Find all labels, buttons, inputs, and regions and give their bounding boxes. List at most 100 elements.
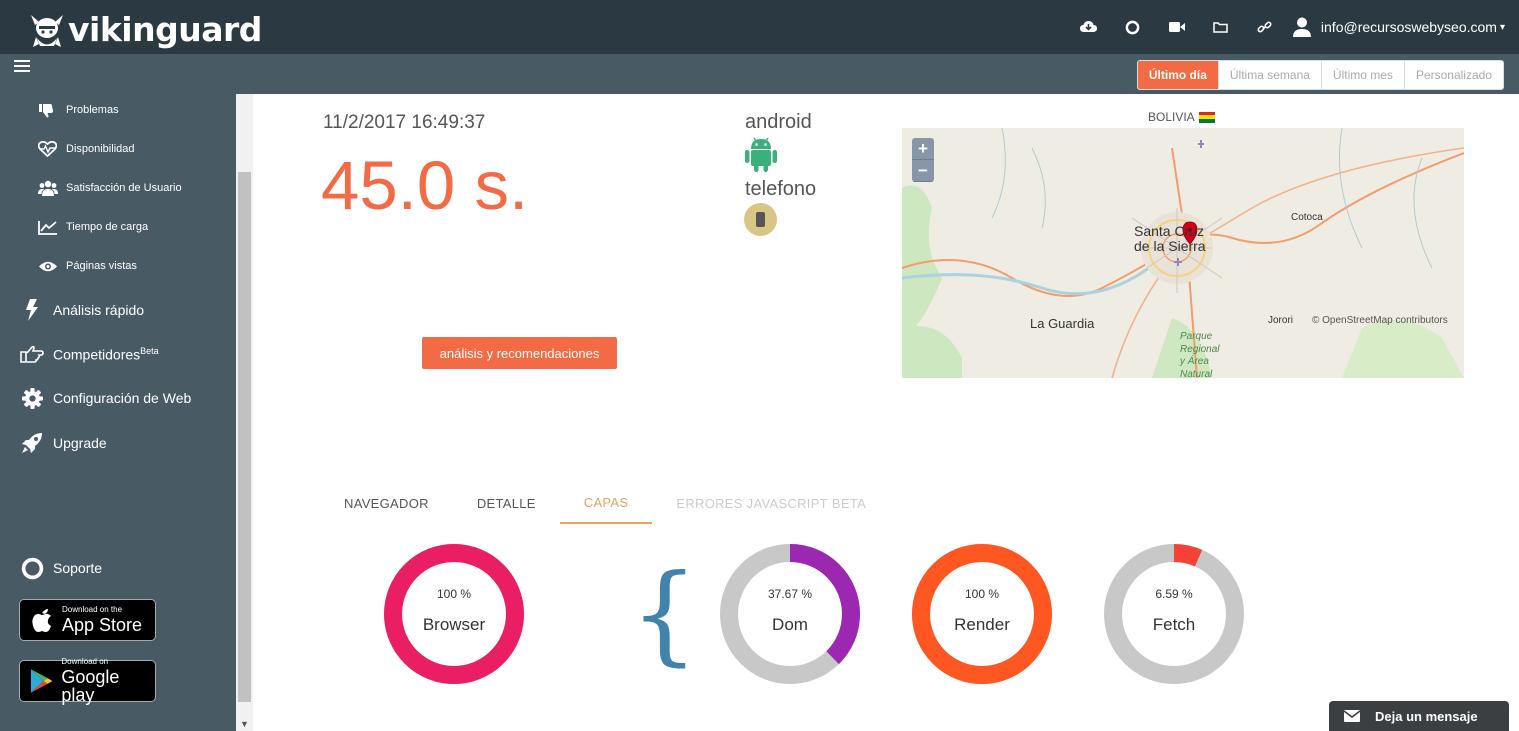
map-zoom-in-button[interactable]: + [912,138,934,160]
video-icon [1168,22,1185,32]
sidebar-item-tiempo-carga[interactable]: Tiempo de carga [38,217,148,237]
top-header: vikinguard info@recursoswebyseo.com ▾ [0,0,1519,54]
donut-browser-percent: 100 % [436,587,472,601]
donut-dom-label: Dom [772,615,808,634]
visit-timestamp: 11/2/2017 16:49:37 [323,112,486,133]
os-label: android [745,111,812,133]
sidebar-item-label: Disponibilidad [66,143,135,155]
sidebar-item-problemas[interactable]: Problemas [38,100,119,120]
location-map[interactable]: + − Santa Cruz de la Sierra Cotoca La Gu… [902,128,1464,378]
sidebar-item-configuracion[interactable]: Configuración de Web [20,385,191,411]
folder-button[interactable] [1199,0,1243,54]
donut-dom: 37.67 % Dom [719,543,861,685]
user-email: info@recursoswebyseo.com [1320,19,1497,35]
bolivia-flag-icon [1198,111,1215,123]
donut-dom-percent: 37.67 % [767,587,813,601]
eye-icon [38,260,60,273]
sidebar-item-label: Upgrade [53,435,107,451]
video-button[interactable] [1155,0,1199,54]
scrollbar-thumb[interactable] [238,172,251,702]
donut-render: 100 % Render [911,543,1053,685]
range-custom[interactable]: Personalizado [1403,61,1503,89]
life-ring-icon [20,557,44,580]
map-label-jorori: Jorori [1268,315,1294,326]
sidebar-item-label: Problemas [66,104,119,116]
app-store-badge[interactable]: Download on the App Store [19,599,156,641]
gear-icon [20,387,44,409]
app-store-small-text: Download on the [62,605,123,614]
beta-badge: Beta [140,345,159,356]
heartbeat-icon [38,141,60,157]
user-icon [1292,17,1311,37]
map-zoom-out-button[interactable]: − [912,160,934,182]
sidebar-item-disponibilidad[interactable]: Disponibilidad [38,139,135,159]
detail-tabs: NAVEGADOR DETALLE CAPAS ERRORES JAVASCRI… [320,482,890,524]
beta-badge: BETA [831,495,867,511]
sidebar-item-competidores[interactable]: CompetidoresBeta [20,341,159,367]
sidebar-item-analisis-rapido[interactable]: Análisis rápido [20,297,144,323]
donut-render-percent: 100 % [964,587,1000,601]
envelope-icon [1329,710,1375,722]
map-label-city: Santa Cruz de la Sierra [1134,223,1206,255]
android-icon [745,137,777,172]
hand-pointer-icon [20,345,44,363]
google-play-badge[interactable]: Download on Google play [19,657,156,704]
users-icon [38,180,60,196]
sidebar-item-label: Satisfacción de Usuario [66,182,182,194]
tab-errores-javascript[interactable]: ERRORES JAVASCRIPT BETA [652,482,890,524]
tab-capas[interactable]: CAPAS [559,482,653,524]
donut-fetch-percent: 6.59 % [1155,587,1193,601]
sidebar-item-label: Tiempo de carga [66,221,149,233]
page-scrollbar[interactable]: ▼ [236,94,253,731]
map-label-cotoca: Cotoca [1291,212,1323,223]
cloud-download-button[interactable] [1067,0,1111,54]
logo[interactable]: vikinguard [30,10,262,49]
map-attribution: © OpenStreetMap contributors [1312,315,1448,326]
range-last-day[interactable]: Último día [1137,61,1218,89]
link-button[interactable] [1243,0,1287,54]
scroll-down-arrow-icon[interactable]: ▼ [236,719,253,729]
range-last-week[interactable]: Última semana [1217,61,1321,89]
sidebar-item-label: Páginas vistas [66,260,137,272]
sidebar-item-label: Soporte [53,560,103,576]
device-label: telefono [745,178,817,200]
caret-down-icon: ▾ [1499,21,1505,33]
google-play-icon [30,669,53,693]
donut-fetch: 6.59 % Fetch [1103,543,1245,685]
date-range-selector: Último día Última semana Último mes Pers… [1136,60,1504,90]
folder-icon [1213,22,1229,33]
sidebar-item-soporte[interactable]: Soporte [20,555,102,581]
line-chart-icon [38,220,60,235]
donut-browser-label: Browser [422,615,486,634]
sidebar: Problemas Disponibilidad Satisfacción de… [0,94,236,731]
bolt-icon [20,299,44,321]
map-label-park: Parque Regional y Área Natural [1180,331,1220,378]
google-play-small-text: Download on [61,657,109,666]
header-actions: info@recursoswebyseo.com ▾ [1067,0,1505,54]
load-time-value: 45.0 s. [321,147,529,224]
app-store-big-text: App Store [62,615,143,635]
cloud-download-icon [1080,21,1098,32]
donut-fetch-label: Fetch [1152,615,1196,634]
tab-detalle[interactable]: DETALLE [453,482,560,524]
support-button[interactable] [1111,0,1155,54]
hamburger-menu-icon[interactable] [14,60,30,74]
thumbs-down-icon [38,103,60,118]
range-last-month[interactable]: Último mes [1320,61,1404,89]
brace-symbol: { [630,552,699,677]
sidebar-item-label: Configuración de Web [53,390,192,406]
sidebar-item-label: Análisis rápido [53,302,145,318]
main-content: 11/2/2017 16:49:37 45.0 s. análisis y re… [253,94,1519,731]
link-icon [1257,20,1272,33]
logo-text: vikinguard [68,10,262,49]
sidebar-item-upgrade[interactable]: Upgrade [20,430,107,456]
apple-icon [32,609,51,632]
user-menu[interactable]: info@recursoswebyseo.com ▾ [1292,17,1505,37]
sidebar-item-paginas-vistas[interactable]: Páginas vistas [38,256,137,276]
map-zoom-control: + − [912,138,934,182]
sub-header: Último día Última semana Último mes Pers… [0,54,1519,94]
tab-navegador[interactable]: NAVEGADOR [320,482,453,524]
sidebar-item-satisfaccion[interactable]: Satisfacción de Usuario [38,178,182,198]
analysis-recommendations-button[interactable]: análisis y recomendaciones [422,337,617,369]
leave-message-widget[interactable]: Deja un mensaje [1329,701,1509,731]
